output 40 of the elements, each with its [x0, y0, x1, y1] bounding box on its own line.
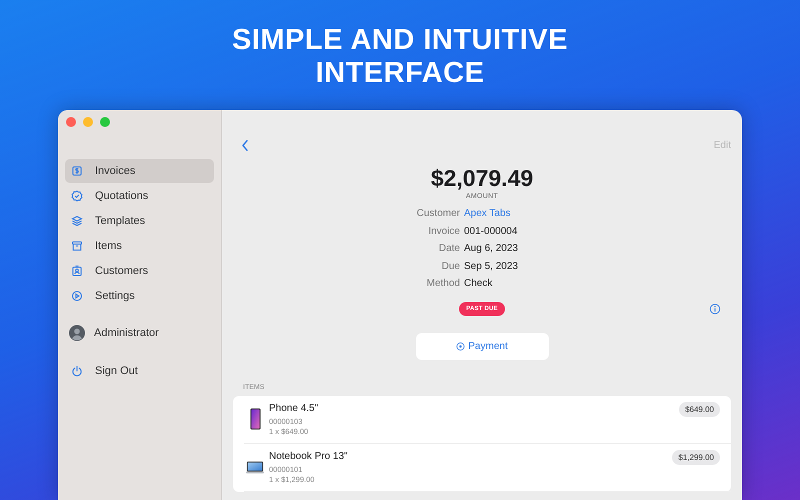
info-icon[interactable]: [709, 302, 721, 314]
contact-card-icon: [71, 265, 83, 277]
power-icon: [71, 365, 83, 377]
field-value: Aug 6, 2023: [464, 243, 518, 254]
headline: SIMPLE AND INTUITIVE: [232, 24, 568, 57]
item-price: $649.00: [679, 402, 720, 416]
back-chevron-icon[interactable]: [241, 138, 249, 152]
payment-button[interactable]: Payment: [416, 332, 548, 360]
sidebar-item[interactable]: Items: [65, 234, 214, 258]
sidebar-item[interactable]: Customers: [65, 259, 214, 283]
laptop-thumbnail: [246, 460, 264, 474]
sidebar-item[interactable]: Settings: [65, 284, 214, 308]
headline: INTERFACE: [316, 57, 484, 90]
field-value: 001-000004: [464, 226, 518, 236]
sign-out-button[interactable]: Sign Out: [65, 359, 214, 383]
item-price: $1,299.00: [672, 450, 720, 464]
field-label: Invoice: [427, 226, 460, 238]
phone-thumbnail: [250, 408, 260, 430]
item-name: Phone 4.5": [269, 402, 320, 414]
zoom-button[interactable]: [100, 117, 110, 127]
field-value: Check: [464, 278, 492, 289]
field-label: Date: [438, 243, 460, 256]
dollar-icon: [71, 165, 83, 177]
invoice-amount: $2,079.49: [430, 165, 534, 192]
badge-check-icon: [71, 190, 83, 202]
field-label: Customer: [416, 208, 460, 220]
customer-link[interactable]: Apex Tabs: [464, 208, 511, 219]
item-name: Notebook Pro 13": [269, 450, 349, 462]
field-label: Due: [440, 260, 460, 273]
avatar-icon: [69, 325, 85, 341]
layers-icon: [71, 215, 83, 227]
close-button[interactable]: [66, 117, 76, 127]
minimize-button[interactable]: [83, 117, 93, 127]
sidebar-item[interactable]: Quotations: [65, 184, 214, 208]
account-name[interactable]: Administrator: [94, 327, 159, 339]
sidebar-item[interactable]: Invoices: [65, 159, 214, 183]
field-value: Sep 5, 2023: [464, 260, 518, 272]
archive-box-icon: [71, 240, 83, 252]
sidebar-item[interactable]: Templates: [65, 209, 214, 233]
field-label: Method: [426, 278, 460, 290]
